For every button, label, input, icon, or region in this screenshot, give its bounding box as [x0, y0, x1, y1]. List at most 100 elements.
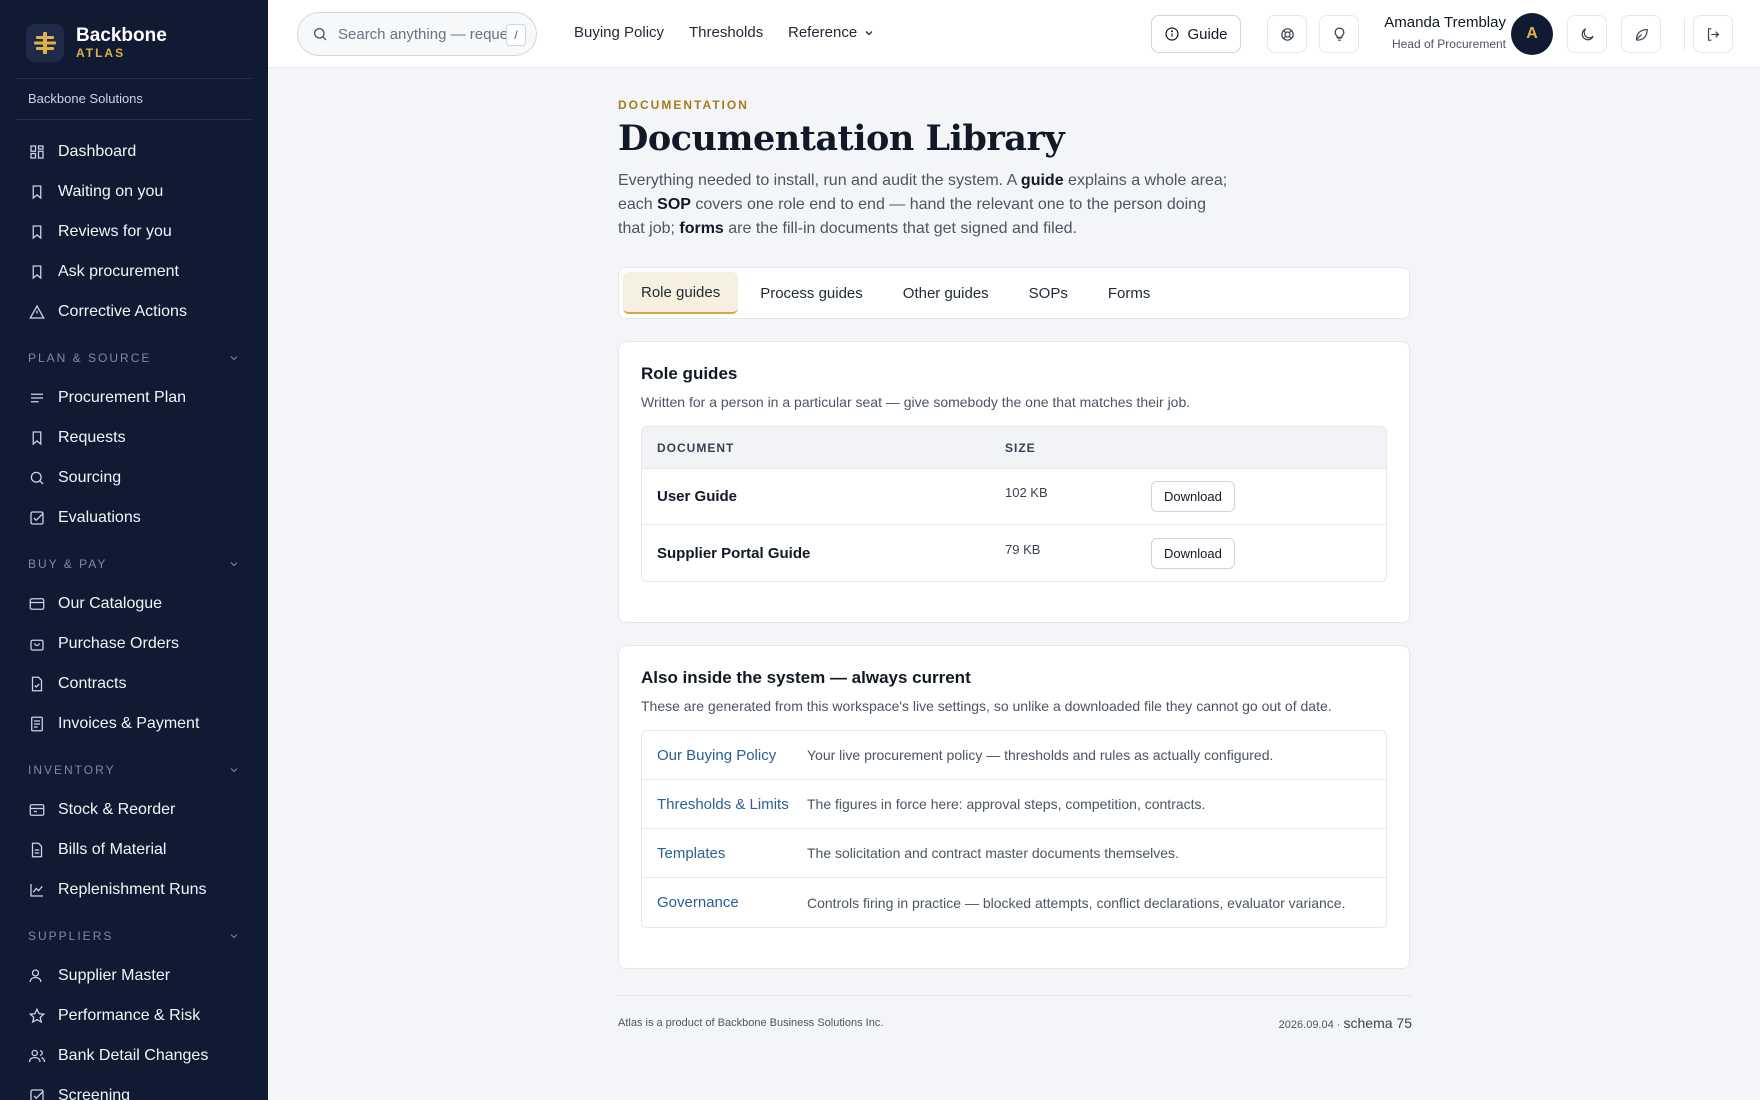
sidebar-item-label: Reviews for you — [58, 223, 172, 240]
user-icon — [29, 969, 42, 983]
sidebar-section-title: SUPPLIERS — [28, 929, 114, 943]
theme-toggle-button[interactable] — [1567, 15, 1607, 53]
footer-version: 2026.09.04 · — [1278, 1019, 1341, 1031]
intro-bold-forms: forms — [679, 220, 724, 237]
page-intro: Everything needed to install, run and au… — [618, 169, 1228, 241]
sidebar-section-plan-and-source[interactable]: PLAN & SOURCE — [0, 344, 268, 372]
sidebar-item-requests[interactable]: Requests — [0, 418, 268, 458]
link-templates[interactable]: Templates — [642, 845, 807, 862]
search-shortcut-hint: / — [506, 24, 526, 46]
sidebar-item-label: Dashboard — [58, 143, 137, 160]
bookmark-icon — [32, 225, 42, 240]
org-name[interactable]: Backbone Solutions — [16, 79, 252, 120]
sidebar-item-dashboard[interactable]: Dashboard — [0, 132, 268, 172]
sidebar-section-inventory[interactable]: INVENTORY — [0, 756, 268, 784]
sidebar-item-procurement-plan[interactable]: Procurement Plan — [0, 378, 268, 418]
sidebar-item-stock-and-reorder[interactable]: Stock & Reorder — [0, 790, 268, 830]
download-button[interactable]: Download — [1151, 481, 1235, 512]
footer-schema: schema 75 — [1343, 1015, 1412, 1031]
sidebar-section-title: PLAN & SOURCE — [28, 351, 152, 365]
sidebar-item-bank-detail-changes[interactable]: Bank Detail Changes — [0, 1036, 268, 1076]
link-thresholds-limits[interactable]: Thresholds & Limits — [642, 796, 807, 813]
tab-forms[interactable]: Forms — [1090, 272, 1169, 314]
brand-name: Backbone — [76, 25, 167, 46]
sidebar-item-contracts[interactable]: Contracts — [0, 664, 268, 704]
document-size: 102 KB — [1005, 485, 1048, 500]
sidebar-item-evaluations[interactable]: Evaluations — [0, 498, 268, 538]
footer-copyright: Atlas is a product of Backbone Business … — [618, 1017, 884, 1029]
table-row: User Guide 102 KB Download — [642, 469, 1386, 525]
sidebar-item-waiting-on-you[interactable]: Waiting on you — [0, 172, 268, 212]
sidebar-item-screening[interactable]: Screening — [0, 1076, 268, 1100]
document-size: 79 KB — [1005, 541, 1041, 557]
nav-link-thresholds[interactable]: Thresholds — [689, 24, 763, 41]
brand-sub: ATLAS — [76, 46, 126, 60]
help-button[interactable] — [1267, 15, 1307, 53]
sidebar-item-our-catalogue[interactable]: Our Catalogue — [0, 584, 268, 624]
tab-sops[interactable]: SOPs — [1011, 272, 1086, 314]
sidebar-nav: Dashboard Waiting on you Reviews for you As… — [0, 120, 268, 1100]
link-governance[interactable]: Governance — [642, 894, 807, 911]
tab-other-guides[interactable]: Other guides — [885, 272, 1007, 314]
link-description: The solicitation and contract master doc… — [807, 845, 1179, 861]
sidebar-section-buy-and-pay[interactable]: BUY & PAY — [0, 550, 268, 578]
topbar: / Buying Policy Thresholds Reference Gui… — [268, 0, 1760, 68]
page-eyebrow: DOCUMENTATION — [618, 98, 749, 112]
tab-role-guides[interactable]: Role guides — [623, 272, 739, 314]
main-content: DOCUMENTATION Documentation Library Ever… — [618, 68, 1412, 1031]
sidebar-item-label: Stock & Reorder — [58, 801, 176, 818]
list-item: Thresholds & Limits The figures in force… — [642, 780, 1386, 829]
sidebar-section-suppliers[interactable]: SUPPLIERS — [0, 922, 268, 950]
search-box[interactable]: / — [297, 12, 537, 56]
backbone-logo-icon — [26, 24, 64, 62]
footer-version-info: 2026.09.04 · schema 75 — [1279, 1015, 1412, 1031]
intro-bold-guide: guide — [1020, 172, 1064, 189]
sidebar-item-bills-of-material[interactable]: Bills of Material — [0, 830, 268, 870]
checkbox-icon — [30, 1089, 44, 1100]
tips-button[interactable] — [1319, 15, 1359, 53]
sidebar-item-sourcing[interactable]: Sourcing — [0, 458, 268, 498]
topbar-divider — [1684, 18, 1685, 50]
avatar[interactable]: A — [1511, 13, 1553, 55]
tab-process-guides[interactable]: Process guides — [742, 272, 881, 314]
link-description: The figures in force here: approval step… — [807, 796, 1206, 812]
user-role: Head of Procurement — [1391, 37, 1506, 51]
sidebar-item-ask-procurement[interactable]: Ask procurement — [0, 252, 268, 292]
sidebar-item-label: Procurement Plan — [58, 389, 187, 406]
chevron-down-icon — [230, 356, 238, 361]
page-title: Documentation Library — [618, 118, 1065, 159]
nav-link-buying-policy[interactable]: Buying Policy — [574, 24, 664, 41]
also-inside-description: These are generated from this workspace'… — [641, 698, 1332, 714]
sidebar-item-label: Contracts — [58, 675, 127, 692]
sidebar-item-label: Supplier Master — [58, 967, 171, 984]
nav-dropdown-reference[interactable]: Reference — [788, 24, 875, 41]
sidebar-item-label: Bills of Material — [58, 841, 167, 858]
star-icon — [28, 1007, 46, 1024]
feedback-button[interactable] — [1621, 15, 1661, 53]
sidebar-item-corrective-actions[interactable]: Corrective Actions — [0, 292, 268, 332]
search-input[interactable] — [338, 25, 508, 43]
users-icon — [28, 1049, 46, 1063]
search-icon — [314, 28, 327, 41]
receipt-icon — [31, 716, 43, 732]
sidebar-item-label: Screening — [58, 1087, 131, 1100]
sidebar-item-invoices-and-payment[interactable]: Invoices & Payment — [0, 704, 268, 744]
download-button[interactable]: Download — [1151, 537, 1235, 569]
sidebar-item-reviews-for-you[interactable]: Reviews for you — [0, 212, 268, 252]
sidebar-item-performance-and-risk[interactable]: Performance & Risk — [0, 996, 268, 1036]
logout-button[interactable] — [1693, 15, 1733, 53]
table-header: DOCUMENT SIZE — [642, 427, 1386, 469]
system-links-list: Our Buying Policy Your live procurement … — [641, 730, 1387, 928]
sidebar-section-title: INVENTORY — [28, 763, 116, 777]
sidebar-item-purchase-orders[interactable]: Purchase Orders — [0, 624, 268, 664]
info-icon — [1165, 27, 1180, 41]
sidebar-item-label: Replenishment Runs — [58, 881, 207, 898]
sidebar-item-label: Purchase Orders — [58, 635, 179, 652]
user-name: Amanda Tremblay — [1384, 14, 1506, 31]
sidebar-item-replenishment-runs[interactable]: Replenishment Runs — [0, 870, 268, 910]
brand[interactable]: Backbone ATLAS — [16, 0, 252, 79]
chevron-down-icon — [230, 768, 238, 773]
link-buying-policy[interactable]: Our Buying Policy — [642, 747, 807, 764]
sidebar-item-supplier-master[interactable]: Supplier Master — [0, 956, 268, 996]
guide-button[interactable]: Guide — [1151, 15, 1241, 53]
